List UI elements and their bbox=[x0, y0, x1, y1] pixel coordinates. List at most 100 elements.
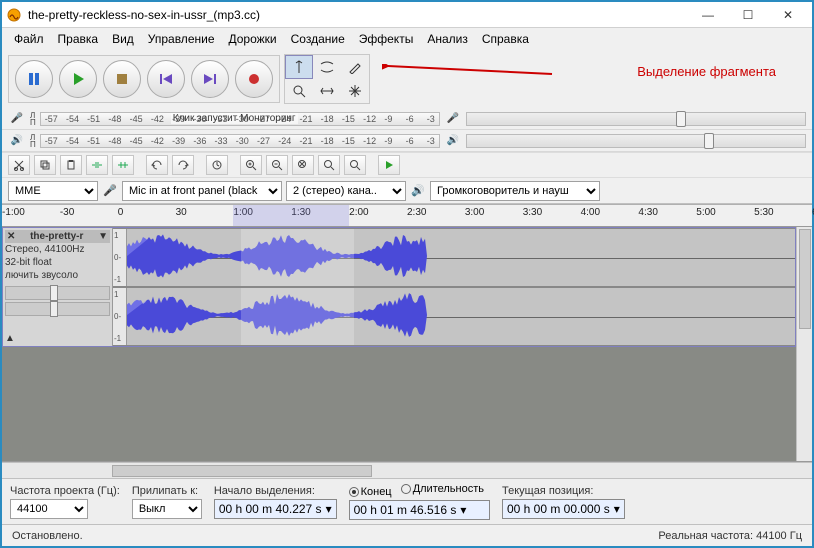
track-row: ✕ the-pretty-r ▼ Стерео, 44100Hz 32-bit … bbox=[2, 227, 796, 347]
skip-end-button[interactable] bbox=[191, 60, 229, 98]
waveform-right[interactable]: 10--1 bbox=[113, 287, 795, 346]
selection-start-label: Начало выделения: bbox=[214, 485, 337, 497]
selection-end-field[interactable]: 00 h 01 m 46.516 s▾ bbox=[349, 500, 490, 520]
silence-button[interactable] bbox=[112, 155, 134, 175]
menu-analyze[interactable]: Анализ bbox=[421, 30, 474, 48]
vertical-scrollbar[interactable] bbox=[796, 227, 812, 461]
track-control-panel[interactable]: ✕ the-pretty-r ▼ Стерео, 44100Hz 32-bit … bbox=[3, 228, 113, 346]
zoom-toggle-button[interactable] bbox=[344, 155, 366, 175]
mute-solo-label[interactable]: лючить звусоло bbox=[5, 269, 110, 282]
track-bits-label: 32-bit float bbox=[5, 256, 110, 269]
project-rate-combo[interactable]: 44100 bbox=[10, 499, 88, 519]
undo-button[interactable] bbox=[146, 155, 168, 175]
menu-effect[interactable]: Эффекты bbox=[353, 30, 420, 48]
mic-icon: 🎤 bbox=[8, 113, 26, 124]
position-field[interactable]: 00 h 00 m 00.000 s▾ bbox=[502, 499, 625, 519]
fit-project-button[interactable] bbox=[318, 155, 340, 175]
draw-tool[interactable] bbox=[341, 55, 369, 79]
chevron-down-icon[interactable]: ▼ bbox=[98, 231, 108, 242]
multi-tool[interactable] bbox=[341, 79, 369, 103]
transport-buttons bbox=[8, 55, 280, 103]
timeline-ruler[interactable]: -1:00-300301:001:302:002:303:003:304:004… bbox=[2, 205, 812, 227]
track-format-label: Стерео, 44100Hz bbox=[5, 243, 110, 256]
recording-meter-row: 🎤 ЛП Клик запустит Мониторинг -57-54-51-… bbox=[2, 108, 812, 130]
fit-selection-button[interactable] bbox=[292, 155, 314, 175]
snap-group: Прилипать к: Выкл bbox=[132, 485, 202, 519]
zoom-out-button[interactable] bbox=[266, 155, 288, 175]
project-rate-label: Частота проекта (Гц): bbox=[10, 485, 120, 497]
horizontal-scrollbar[interactable] bbox=[2, 462, 812, 478]
length-radio[interactable]: Длительность bbox=[401, 483, 484, 495]
speaker-meter-icon: 🔊 bbox=[8, 135, 26, 146]
collapse-track-icon[interactable]: ▲ bbox=[5, 333, 15, 344]
timeshift-tool[interactable] bbox=[313, 79, 341, 103]
envelope-tool[interactable] bbox=[313, 55, 341, 79]
selection-tool[interactable] bbox=[285, 55, 313, 79]
end-radio[interactable]: Конец bbox=[349, 486, 392, 498]
playback-volume-slider[interactable] bbox=[466, 134, 806, 148]
input-device-combo[interactable]: Mic in at front panel (black bbox=[122, 181, 282, 201]
status-bar: Остановлено. Реальная частота: 44100 Гц bbox=[2, 524, 812, 546]
snap-combo[interactable]: Выкл bbox=[132, 499, 202, 519]
maximize-button[interactable]: ☐ bbox=[728, 3, 768, 27]
stop-button[interactable] bbox=[103, 60, 141, 98]
cut-button[interactable] bbox=[8, 155, 30, 175]
record-button[interactable] bbox=[235, 60, 273, 98]
app-window: the-pretty-reckless-no-sex-in-ussr_(mp3.… bbox=[0, 0, 814, 548]
speaker-slider-icon: 🔊 bbox=[444, 135, 462, 146]
menu-file[interactable]: Файл bbox=[8, 30, 50, 48]
selection-start-field[interactable]: 00 h 00 m 40.227 s▾ bbox=[214, 499, 337, 519]
status-left: Остановлено. bbox=[12, 530, 83, 542]
meter-lr-icon-2: ЛП bbox=[30, 134, 36, 148]
menubar: Файл Правка Вид Управление Дорожки Созда… bbox=[2, 28, 812, 50]
position-group: Текущая позиция: 00 h 00 m 00.000 s▾ bbox=[502, 485, 625, 519]
playback-speed-slider[interactable] bbox=[404, 157, 524, 173]
sync-lock-button[interactable] bbox=[206, 155, 228, 175]
transport-toolbar: Выделение фрагмента bbox=[2, 50, 812, 108]
audio-host-combo[interactable]: MME bbox=[8, 181, 98, 201]
close-track-icon[interactable]: ✕ bbox=[7, 231, 15, 242]
selection-highlight-2 bbox=[241, 288, 355, 345]
speaker-device-icon: 🔊 bbox=[410, 184, 426, 197]
selection-toolbar: Частота проекта (Гц): 44100 Прилипать к:… bbox=[2, 478, 812, 524]
gain-slider[interactable] bbox=[5, 286, 110, 300]
tool-palette bbox=[284, 54, 370, 104]
zoom-tool[interactable] bbox=[285, 79, 313, 103]
play-button[interactable] bbox=[59, 60, 97, 98]
copy-button[interactable] bbox=[34, 155, 56, 175]
tracks-area: ✕ the-pretty-r ▼ Стерео, 44100Hz 32-bit … bbox=[2, 227, 812, 462]
trim-button[interactable] bbox=[86, 155, 108, 175]
pan-slider[interactable] bbox=[5, 302, 110, 316]
mic-slider-icon: 🎤 bbox=[444, 113, 462, 124]
skip-start-button[interactable] bbox=[147, 60, 185, 98]
waveform-left[interactable]: 10--1 bbox=[113, 228, 795, 287]
amplitude-axis: 10--1 bbox=[113, 229, 127, 286]
output-device-combo[interactable]: Громкоговоритель и науш bbox=[430, 181, 600, 201]
recording-meter[interactable]: Клик запустит Мониторинг -57-54-51-48-45… bbox=[40, 112, 440, 126]
amplitude-axis-2: 10--1 bbox=[113, 288, 127, 345]
playback-meter[interactable]: -57-54-51-48-45-42-39-36-33-30-27-24-21-… bbox=[40, 134, 440, 148]
selection-end-group: Конец Длительность 00 h 01 m 46.516 s▾ bbox=[349, 483, 490, 520]
recording-volume-slider[interactable] bbox=[466, 112, 806, 126]
waveform-area[interactable]: 10--1 10--1 bbox=[113, 228, 795, 346]
play-at-speed-button[interactable] bbox=[378, 155, 400, 175]
position-label: Текущая позиция: bbox=[502, 485, 625, 497]
menu-tracks[interactable]: Дорожки bbox=[223, 30, 283, 48]
track-name-label: the-pretty-r bbox=[30, 231, 83, 242]
device-toolbar: MME 🎤 Mic in at front panel (black 2 (ст… bbox=[2, 178, 812, 204]
pause-button[interactable] bbox=[15, 60, 53, 98]
track-name-button[interactable]: ✕ the-pretty-r ▼ bbox=[5, 230, 110, 243]
titlebar: the-pretty-reckless-no-sex-in-ussr_(mp3.… bbox=[2, 2, 812, 28]
zoom-in-button[interactable] bbox=[240, 155, 262, 175]
close-button[interactable]: ✕ bbox=[768, 3, 808, 27]
menu-edit[interactable]: Правка bbox=[52, 30, 105, 48]
paste-button[interactable] bbox=[60, 155, 82, 175]
menu-help[interactable]: Справка bbox=[476, 30, 535, 48]
menu-generate[interactable]: Создание bbox=[285, 30, 351, 48]
channels-combo[interactable]: 2 (стерео) кана.. bbox=[286, 181, 406, 201]
selection-highlight bbox=[241, 229, 355, 286]
redo-button[interactable] bbox=[172, 155, 194, 175]
minimize-button[interactable]: — bbox=[688, 3, 728, 27]
menu-manage[interactable]: Управление bbox=[142, 30, 221, 48]
menu-view[interactable]: Вид bbox=[106, 30, 140, 48]
